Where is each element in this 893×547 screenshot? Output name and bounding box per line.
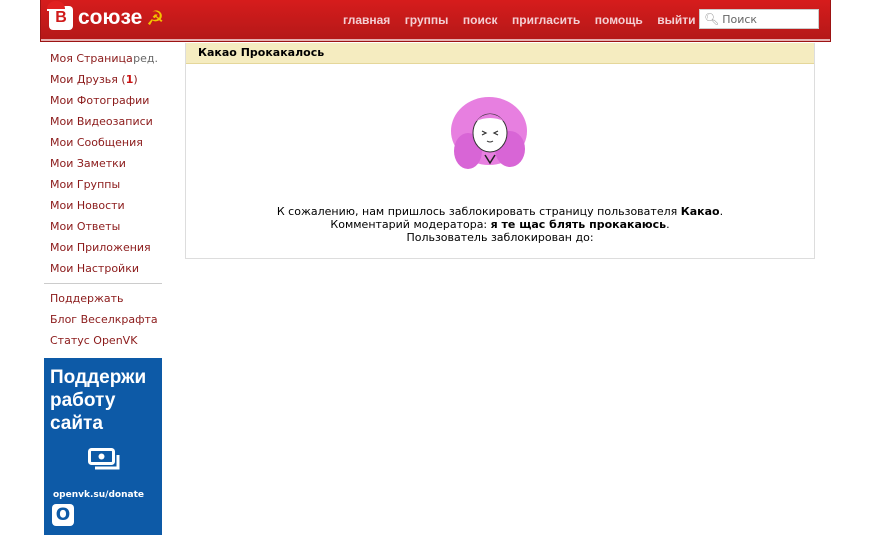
sidebar-item-blog[interactable]: Блог Веселкрафта <box>44 311 162 332</box>
blocked-avatar-illustration <box>451 97 527 169</box>
sidebar-item-answers[interactable]: Мои Ответы <box>44 218 162 239</box>
logo-badge: В <box>47 1 73 30</box>
sidebar-item-donate[interactable]: Поддержать <box>44 290 162 311</box>
sidebar-item-friends[interactable]: Мои Друзья (1) <box>44 71 162 92</box>
logo[interactable]: В союзе ☭ <box>47 1 165 30</box>
top-header: В союзе ☭ главная группы поиск пригласит… <box>40 0 831 42</box>
nav-logout[interactable]: выйти <box>657 13 695 27</box>
block-text: К сожалению, нам пришлось заблокировать … <box>276 205 681 218</box>
logo-text: союзе <box>78 6 143 29</box>
search-placeholder: Поиск <box>722 12 758 26</box>
banner-line: сайта <box>50 413 103 434</box>
sidebar-item-photos[interactable]: Мои Фотографии <box>44 92 162 113</box>
blocked-username: Какао <box>680 205 720 218</box>
money-icon <box>88 448 120 470</box>
sidebar-item-news[interactable]: Мои Новости <box>44 197 162 218</box>
moderator-label: Комментарий модератора: <box>330 218 491 231</box>
sidebar-item-my-page[interactable]: Моя Страница ред. <box>44 50 162 71</box>
top-nav: главная группы поиск пригласить помощь в… <box>343 13 710 27</box>
nav-help[interactable]: помощь <box>595 13 643 27</box>
friends-count: 1 <box>125 73 134 86</box>
sidebar: Моя Страница ред. Мои Друзья (1) Мои Фото… <box>44 50 162 353</box>
search-icon: 🔍︎ <box>704 12 720 26</box>
sidebar-item-notes[interactable]: Мои Заметки <box>44 155 162 176</box>
donate-banner[interactable]: Поддержи работу сайта openvk.su/donate O <box>44 358 162 535</box>
nav-invite[interactable]: пригласить <box>512 13 580 27</box>
nav-search[interactable]: поиск <box>463 13 498 27</box>
blocked-until: Пользователь заблокирован до: <box>406 231 594 244</box>
nav-home[interactable]: главная <box>343 13 390 27</box>
sidebar-divider <box>44 283 162 284</box>
sidebar-item-label: Моя Страница <box>50 52 133 65</box>
sidebar-item-label: Мои Друзья <box>50 73 118 86</box>
openvk-logo: O <box>52 504 74 526</box>
moderator-comment: я те щас блять прокакаюсь <box>490 218 667 231</box>
hammer-sickle-icon: ☭ <box>146 6 165 30</box>
sidebar-item-videos[interactable]: Мои Видеозаписи <box>44 113 162 134</box>
donate-url: openvk.su/donate <box>53 490 144 500</box>
banner-line: Поддержи <box>50 367 147 388</box>
banner-line: работу <box>50 390 116 411</box>
sidebar-item-apps[interactable]: Мои Приложения <box>44 239 162 260</box>
search-input[interactable]: 🔍︎ Поиск <box>699 9 819 29</box>
sidebar-item-messages[interactable]: Мои Сообщения <box>44 134 162 155</box>
nav-groups[interactable]: группы <box>405 13 449 27</box>
edit-link[interactable]: ред. <box>133 50 162 71</box>
sidebar-item-groups[interactable]: Мои Группы <box>44 176 162 197</box>
block-message: К сожалению, нам пришлось заблокировать … <box>186 205 814 244</box>
sidebar-item-status[interactable]: Статус OpenVK <box>44 332 162 353</box>
page-title: Какао Прокакалось <box>186 43 814 64</box>
sidebar-item-settings[interactable]: Мои Настройки <box>44 260 162 281</box>
content-box: Какао Прокакалось К сожалению, нам пришл… <box>185 43 815 259</box>
